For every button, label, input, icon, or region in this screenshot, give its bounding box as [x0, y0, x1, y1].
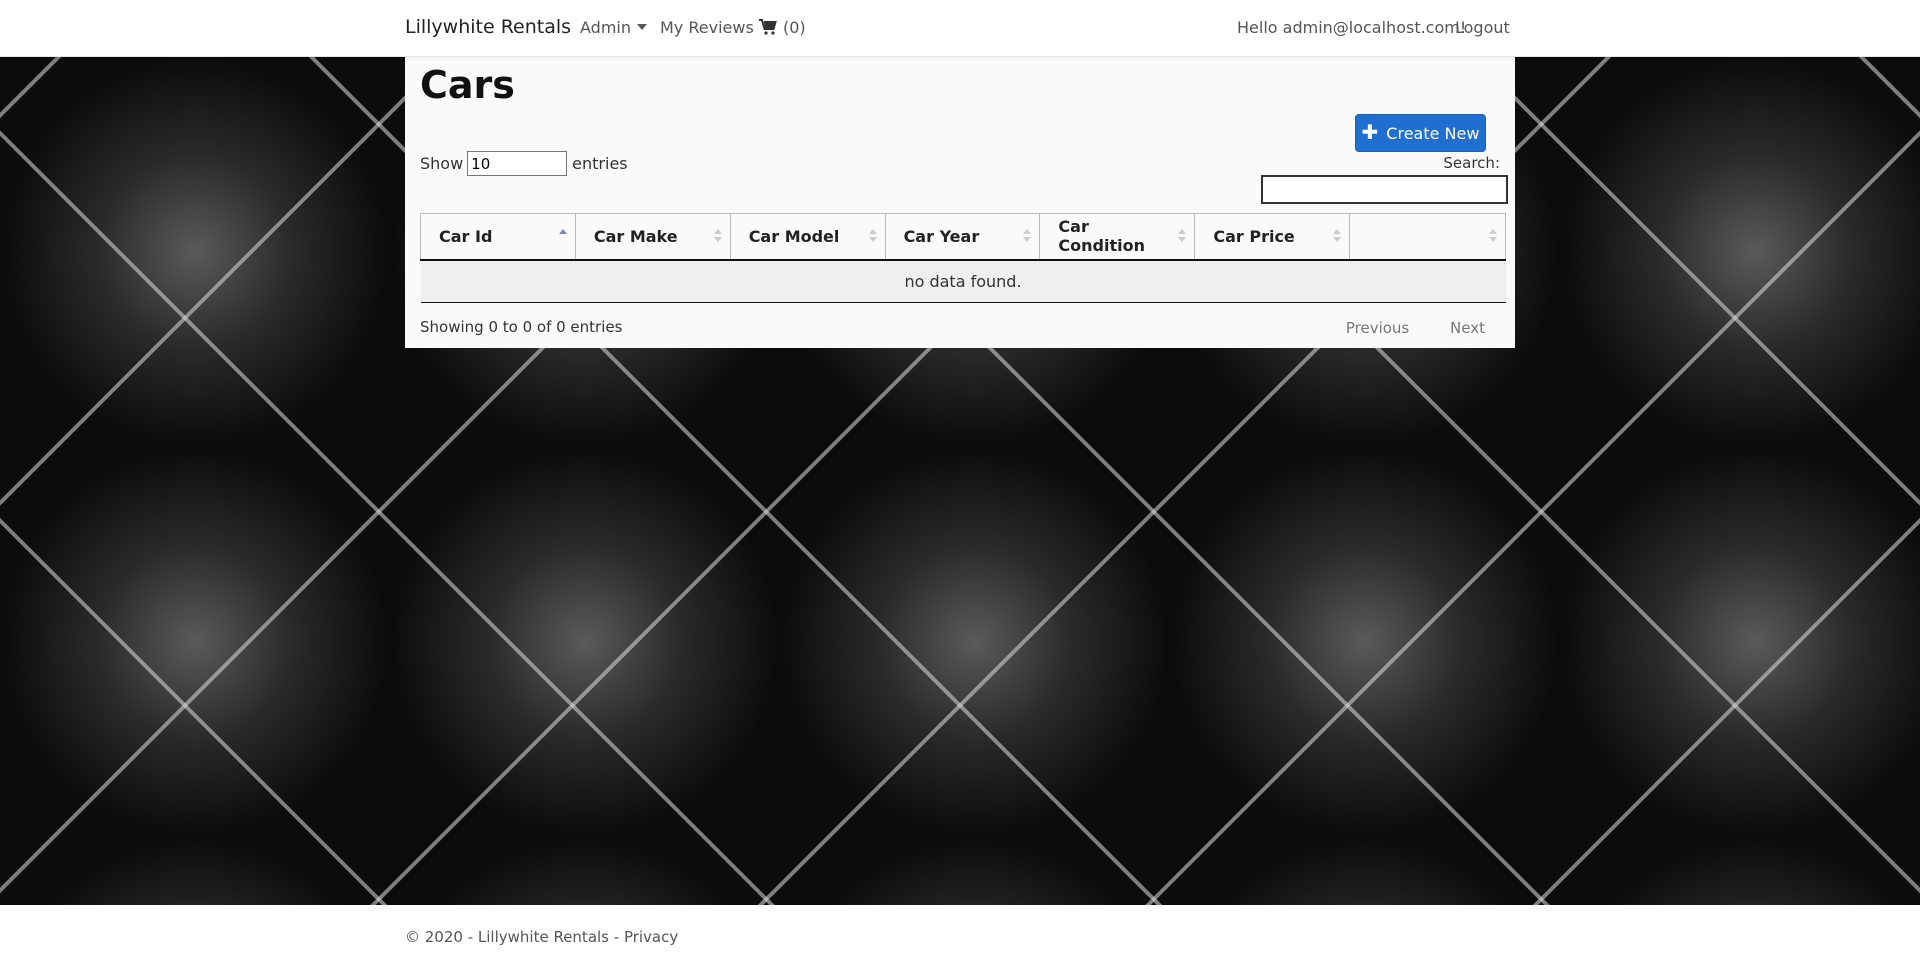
page-title: Cars: [420, 63, 515, 107]
copyright-text: © 2020 - Lillywhite Rentals -: [405, 928, 624, 946]
empty-message: no data found.: [420, 259, 1506, 303]
entries-input[interactable]: [467, 151, 568, 176]
top-navbar: Lillywhite Rentals Admin My Reviews (0) …: [0, 0, 1920, 57]
create-new-label: Create New: [1386, 123, 1480, 143]
sort-icon: [868, 229, 877, 243]
navbar-container: Lillywhite Rentals Admin My Reviews (0) …: [405, 0, 1515, 56]
column-header-label: Car Year: [903, 226, 980, 246]
column-header-car-condition[interactable]: Car Condition: [1039, 213, 1196, 261]
plus-icon: ✚: [1361, 120, 1379, 144]
sort-icon: [1178, 229, 1187, 243]
caret-down-icon: [637, 24, 647, 30]
table-row: no data found.: [420, 259, 1506, 303]
footer: © 2020 - Lillywhite Rentals - Privacy: [0, 905, 1920, 963]
shopping-cart-icon: [759, 19, 777, 35]
logout-link[interactable]: Logout: [1455, 18, 1510, 37]
content-card: Cars ✚ Create New Show entries Search: Ca…: [405, 57, 1515, 348]
page-length-control: Show entries: [420, 151, 628, 176]
sort-icon: [1333, 229, 1342, 243]
previous-button[interactable]: Previous: [1346, 319, 1409, 337]
column-header-car-make[interactable]: Car Make: [574, 213, 731, 261]
privacy-link[interactable]: Privacy: [624, 928, 678, 946]
pagination: Previous Next: [1310, 319, 1485, 337]
my-reviews-link[interactable]: My Reviews: [660, 18, 754, 37]
admin-label: Admin: [580, 18, 631, 37]
sort-icon: [1489, 229, 1497, 243]
column-header-label: Car Price: [1213, 226, 1295, 246]
show-label: Show: [420, 154, 464, 173]
entries-label: entries: [572, 154, 628, 173]
cars-table: Car Id Car Make Car Model Car Year Car C…: [420, 213, 1506, 303]
column-header-car-price[interactable]: Car Price: [1194, 213, 1351, 261]
column-header-car-id[interactable]: Car Id: [420, 213, 576, 261]
column-header-label: Car Make: [593, 226, 678, 246]
cart-count: (0): [783, 18, 806, 37]
create-new-button[interactable]: ✚ Create New: [1355, 114, 1486, 152]
table-header-row: Car Id Car Make Car Model Car Year Car C…: [420, 213, 1506, 261]
sort-asc-icon: [558, 229, 567, 243]
search-input[interactable]: [1261, 175, 1508, 204]
brand-link[interactable]: Lillywhite Rentals: [405, 16, 571, 38]
table-info: Showing 0 to 0 of 0 entries: [420, 318, 623, 336]
next-button[interactable]: Next: [1450, 319, 1485, 337]
cart-link[interactable]: (0): [759, 18, 806, 37]
column-header-actions[interactable]: [1349, 213, 1506, 261]
column-header-car-model[interactable]: Car Model: [729, 213, 886, 261]
column-header-car-year[interactable]: Car Year: [884, 213, 1041, 261]
user-greeting: Hello admin@localhost.com!: [1237, 18, 1467, 37]
column-header-label: Car Condition: [1058, 217, 1145, 256]
column-header-label: Car Id: [439, 226, 493, 246]
admin-dropdown[interactable]: Admin: [580, 18, 647, 37]
column-header-label: Car Model: [748, 226, 840, 246]
sort-icon: [1023, 229, 1032, 243]
sort-icon: [713, 229, 722, 243]
search-label: Search:: [1443, 154, 1500, 172]
footer-text: © 2020 - Lillywhite Rentals - Privacy: [405, 928, 678, 946]
